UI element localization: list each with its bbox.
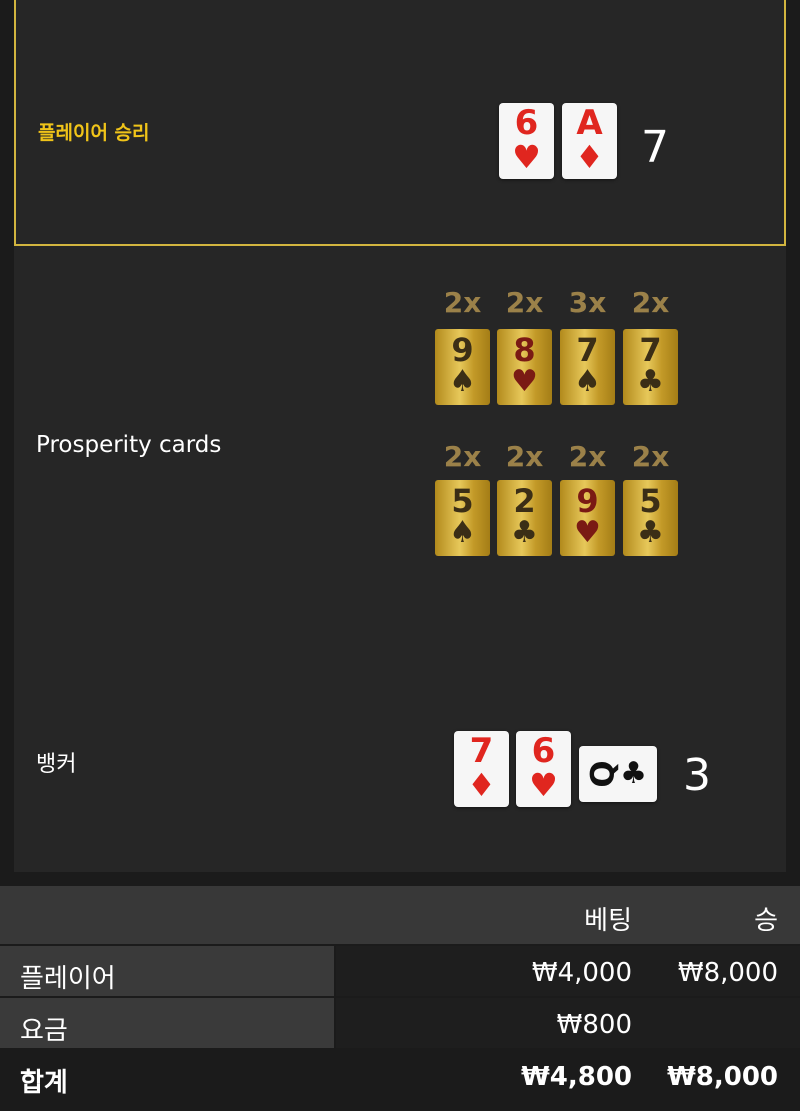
multiplier-badge: 2x <box>505 440 544 473</box>
card-rank: 7 <box>639 331 662 369</box>
prosperity-card-8: 5 ♣ <box>623 480 678 556</box>
card-rank: 7 <box>469 731 494 771</box>
prosperity-card-2: 8 ♥ <box>497 329 552 405</box>
row-bet: ₩800 <box>556 1010 632 1040</box>
row-name: 플레이어 <box>20 964 116 994</box>
banker-label: 뱅커 <box>36 752 77 777</box>
total-bet: ₩4,800 <box>521 1062 632 1092</box>
row-name: 요금 <box>20 1016 68 1046</box>
card-rank: 2 <box>513 482 536 520</box>
total-win: ₩8,000 <box>667 1062 778 1092</box>
player-total: 7 <box>641 122 669 173</box>
player-card-2: A ♦ <box>562 103 617 179</box>
card-rank: 8 <box>513 331 536 369</box>
card-rank: 5 <box>639 482 662 520</box>
prosperity-label: Prosperity cards <box>36 432 222 458</box>
diamond-icon: ♦ <box>467 766 496 804</box>
total-name: 합계 <box>20 1068 68 1098</box>
row-bet: ₩4,000 <box>531 958 632 988</box>
prosperity-card-3: 7 ♠ <box>560 329 615 405</box>
card-rank: 6 <box>514 103 539 143</box>
table-row: 요금 ₩800 <box>0 996 800 1048</box>
banker-card-3: Q ♣ <box>579 746 657 802</box>
card-rank: 6 <box>531 731 556 771</box>
prosperity-card-7: 9 ♥ <box>560 480 615 556</box>
banker-total: 3 <box>683 750 711 801</box>
win-column-header: 승 <box>754 906 778 936</box>
banker-card-1: 7 ♦ <box>454 731 509 807</box>
multiplier-badge: 2x <box>631 286 670 319</box>
card-rank: 5 <box>451 482 474 520</box>
total-row: 합계 ₩4,800 ₩8,000 <box>0 1048 800 1100</box>
club-icon: ♣ <box>637 515 664 550</box>
table-row: 플레이어 ₩4,000 ₩8,000 <box>0 944 800 996</box>
spade-icon: ♠ <box>574 364 601 399</box>
player-card-1: 6 ♥ <box>499 103 554 179</box>
multiplier-badge: 3x <box>568 286 607 319</box>
player-win-label: 플레이어 승리 <box>38 122 150 144</box>
heart-icon: ♥ <box>529 766 558 804</box>
heart-icon: ♥ <box>574 515 601 550</box>
club-icon: ♣ <box>511 515 538 550</box>
club-icon: ♣ <box>637 364 664 399</box>
bet-column-header: 베팅 <box>584 906 632 936</box>
prosperity-card-4: 7 ♣ <box>623 329 678 405</box>
multiplier-badge: 2x <box>443 440 482 473</box>
multiplier-badge: 2x <box>568 440 607 473</box>
multiplier-badge: 2x <box>631 440 670 473</box>
card-rank: 9 <box>451 331 474 369</box>
card-rank: A <box>576 103 603 143</box>
bet-summary-table: 베팅 승 플레이어 ₩4,000 ₩8,000 요금 ₩800 합계 ₩4,80… <box>0 886 800 1100</box>
spade-icon: ♠ <box>449 515 476 550</box>
heart-icon: ♥ <box>511 364 538 399</box>
multiplier-badge: 2x <box>505 286 544 319</box>
prosperity-card-5: 5 ♠ <box>435 480 490 556</box>
card-rank: 9 <box>576 482 599 520</box>
card-rank: 7 <box>576 331 599 369</box>
club-icon: ♣ <box>620 756 648 791</box>
prosperity-card-6: 2 ♣ <box>497 480 552 556</box>
multiplier-badge: 2x <box>443 286 482 319</box>
prosperity-card-1: 9 ♠ <box>435 329 490 405</box>
diamond-icon: ♦ <box>575 138 604 176</box>
prosperity-cards-panel: Prosperity cards 2x 9 ♠ 2x 8 ♥ 3x 7 ♠ 2x… <box>14 246 786 676</box>
player-result-panel: 플레이어 승리 6 ♥ A ♦ 7 <box>14 0 786 246</box>
banker-card-2: 6 ♥ <box>516 731 571 807</box>
card-rank: Q <box>583 760 622 788</box>
table-header: 베팅 승 <box>0 886 800 944</box>
row-win: ₩8,000 <box>677 958 778 988</box>
banker-result-panel: 뱅커 7 ♦ 6 ♥ Q ♣ 3 <box>14 676 786 872</box>
spade-icon: ♠ <box>449 364 476 399</box>
heart-icon: ♥ <box>512 138 541 176</box>
